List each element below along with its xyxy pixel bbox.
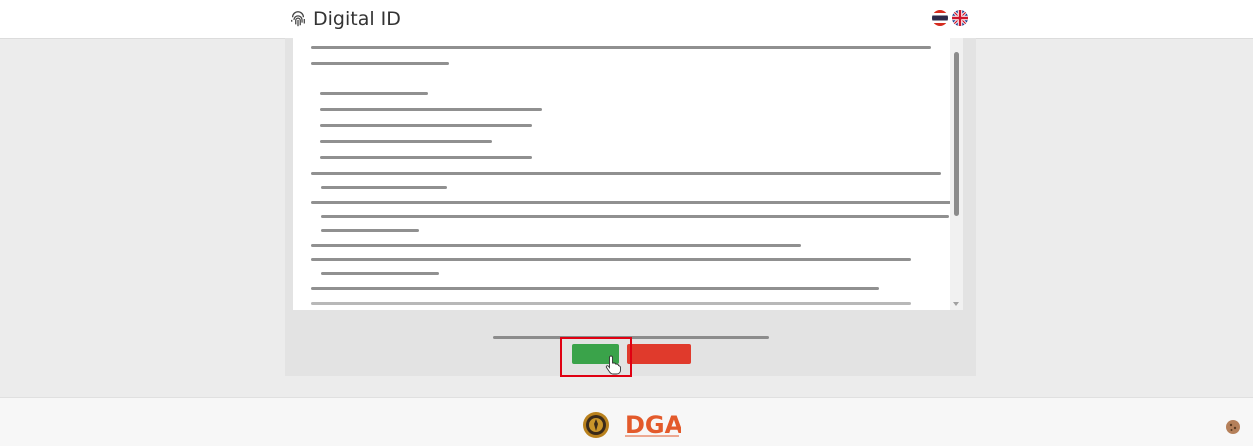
hand-cursor-icon [605, 355, 621, 375]
terms-text-line [320, 92, 428, 95]
dga-logo-text: DGA [625, 411, 681, 439]
government-seal-logo [583, 412, 609, 438]
page-footer: DGA [0, 397, 1253, 446]
terms-text-line [320, 140, 492, 143]
thai-flag-icon[interactable] [932, 10, 948, 26]
terms-text-line [311, 62, 449, 65]
terms-text-line [321, 186, 447, 189]
accept-button-highlight [560, 337, 632, 377]
cookie-settings-icon[interactable] [1225, 419, 1241, 435]
terms-panel [285, 38, 976, 377]
terms-text-line [311, 258, 911, 261]
app-header: Digital ID [0, 0, 1253, 39]
terms-text-line [321, 215, 949, 218]
fingerprint-icon [291, 11, 305, 27]
terms-text-line [311, 201, 951, 204]
app-title: Digital ID [313, 8, 401, 30]
terms-text-line [311, 172, 941, 175]
terms-text-line [320, 108, 542, 111]
terms-scroll-area[interactable] [293, 38, 963, 310]
terms-text-line [311, 287, 879, 290]
terms-scrollbar[interactable] [950, 38, 963, 310]
terms-text-line [321, 272, 439, 275]
decline-button[interactable] [627, 344, 691, 364]
scrollbar-thumb[interactable] [954, 52, 959, 217]
terms-text-line [320, 156, 532, 159]
dga-logo: DGA [625, 411, 681, 439]
terms-text-line [321, 229, 419, 232]
scroll-down-arrow-icon[interactable] [953, 302, 959, 306]
uk-flag-icon[interactable] [952, 10, 968, 26]
terms-text-line [311, 302, 911, 305]
terms-text-line [320, 124, 532, 127]
terms-text-line [311, 244, 801, 247]
brand-logo[interactable]: Digital ID [289, 8, 401, 30]
terms-text-line [311, 46, 931, 49]
